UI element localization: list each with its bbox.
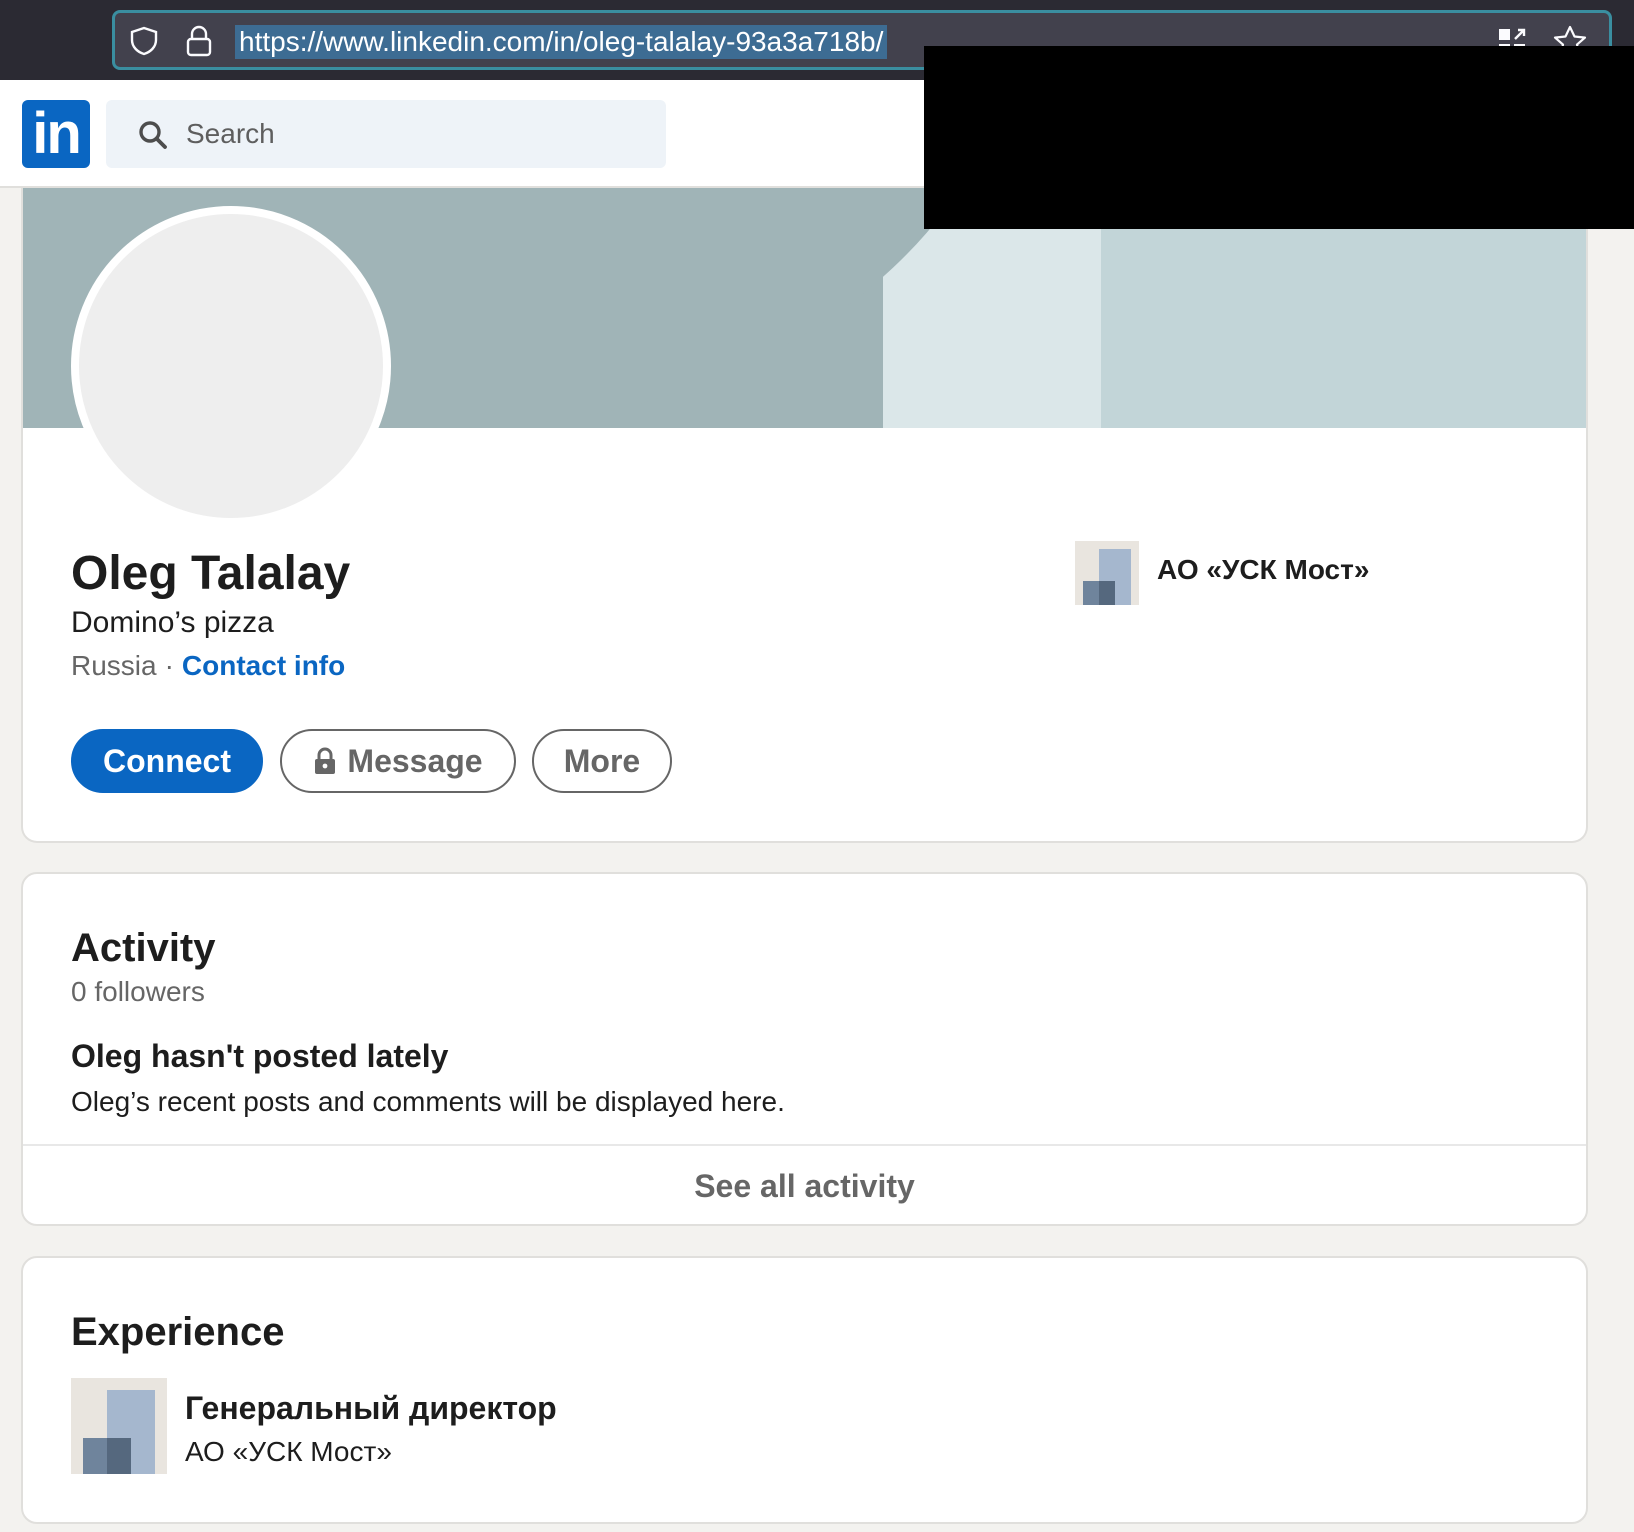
experience-role: Генеральный директор [185, 1390, 557, 1426]
profile-name: Oleg Talalay [71, 547, 351, 600]
experience-title: Experience [71, 1310, 285, 1354]
search-input[interactable]: Search [106, 100, 666, 168]
avatar[interactable] [71, 206, 391, 526]
message-button[interactable]: Message [280, 729, 516, 793]
experience-card: Experience Генеральный директор АО «УСК … [21, 1256, 1588, 1524]
activity-empty-title: Oleg hasn't posted lately [71, 1038, 449, 1074]
company-logo[interactable] [1075, 541, 1139, 605]
see-all-activity-button[interactable]: See all activity [23, 1144, 1586, 1224]
redacted-area [924, 46, 1634, 229]
message-button-label: Message [347, 743, 483, 779]
experience-company-logo[interactable] [71, 1378, 167, 1474]
contact-info-link[interactable]: Contact info [182, 650, 345, 681]
activity-title: Activity [71, 926, 216, 970]
linkedin-logo[interactable]: in [22, 100, 90, 168]
more-button[interactable]: More [532, 729, 672, 793]
profile-card: Oleg Talalay Domino’s pizza Russia · Conta… [21, 188, 1588, 843]
lock-icon [315, 747, 336, 774]
activity-empty-description: Oleg’s recent posts and comments will be… [71, 1086, 785, 1117]
profile-headline: Domino’s pizza [71, 606, 274, 639]
followers-count: 0 followers [71, 976, 205, 1007]
profile-location-row: Russia · Contact info [71, 650, 345, 682]
experience-company[interactable]: АО «УСК Мост» [185, 1436, 392, 1468]
search-icon [139, 121, 167, 149]
profile-location: Russia [71, 650, 157, 681]
lock-icon[interactable] [185, 25, 213, 57]
current-company-link[interactable]: АО «УСК Мост» [1157, 554, 1369, 586]
separator: · [164, 650, 174, 681]
shield-icon[interactable] [129, 26, 159, 56]
connect-button[interactable]: Connect [71, 729, 263, 793]
url-text[interactable]: https://www.linkedin.com/in/oleg-talalay… [235, 25, 888, 59]
activity-card: Activity 0 followers Oleg hasn't posted … [21, 872, 1588, 1226]
search-placeholder: Search [186, 118, 275, 149]
